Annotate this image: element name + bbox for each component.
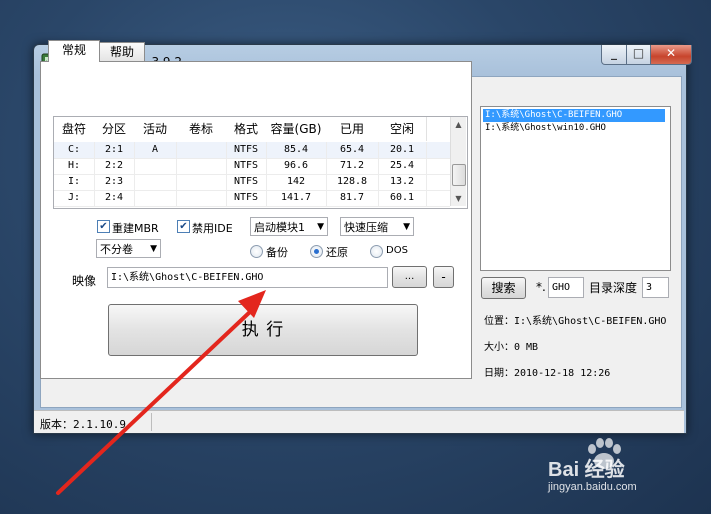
tab-general[interactable]: 常规 <box>48 40 100 62</box>
baidu-watermark: Bai 经验 jingyan.baidu.com <box>548 437 698 497</box>
watermark-url: jingyan.baidu.com <box>548 481 637 493</box>
watermark-brand: Bai 经验 <box>548 459 625 481</box>
